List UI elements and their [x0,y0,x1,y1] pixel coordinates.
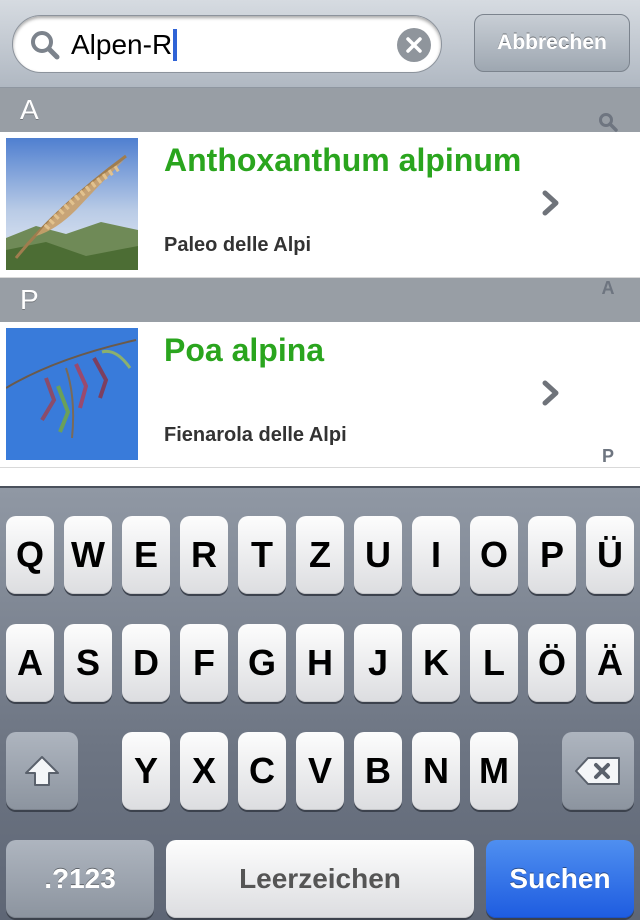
plant-scientific-name: Anthoxanthum alpinum [164,142,522,178]
plant-thumbnail [6,138,138,270]
numbers-key[interactable]: .?123 [6,840,154,918]
index-search-icon[interactable] [598,112,618,132]
key-e[interactable]: E [122,516,170,594]
key-v[interactable]: V [296,732,344,810]
section-header-a: A [0,88,640,132]
text-caret [173,29,178,61]
key-x[interactable]: X [180,732,228,810]
search-input-value: Alpen-R [71,29,173,60]
list-item[interactable]: Poa alpina Fienarola delle Alpi [0,322,640,468]
key-m[interactable]: M [470,732,518,810]
key-c[interactable]: C [238,732,286,810]
plant-scientific-name: Poa alpina [164,332,325,368]
key-u[interactable]: U [354,516,402,594]
index-letter-p[interactable]: P [598,446,618,467]
key-q[interactable]: Q [6,516,54,594]
key-ae[interactable]: Ä [586,624,634,702]
key-h[interactable]: H [296,624,344,702]
key-r[interactable]: R [180,516,228,594]
key-l[interactable]: L [470,624,518,702]
key-s[interactable]: S [64,624,112,702]
key-b[interactable]: B [354,732,402,810]
key-f[interactable]: F [180,624,228,702]
key-z[interactable]: Z [296,516,344,594]
chevron-right-icon [542,380,559,406]
clear-icon [406,37,422,53]
section-header-p: P [0,278,640,322]
search-bar: Alpen-R Abbrechen [0,0,640,88]
search-input[interactable]: Alpen-R [71,28,178,62]
backspace-icon [575,757,620,785]
plant-common-name: Paleo delle Alpi [164,234,312,256]
key-oe[interactable]: Ö [528,624,576,702]
key-g[interactable]: G [238,624,286,702]
key-y[interactable]: Y [122,732,170,810]
search-key[interactable]: Suchen [486,840,634,918]
keyboard: Q W E R T Z U I O P Ü A S D F G H J K L … [0,486,640,920]
clear-search-button[interactable] [397,28,431,62]
key-a[interactable]: A [6,624,54,702]
chevron-right-icon [542,190,559,216]
search-icon [31,31,60,60]
shift-icon [25,756,59,786]
key-t[interactable]: T [238,516,286,594]
key-i[interactable]: I [412,516,460,594]
space-key[interactable]: Leerzeichen [166,840,474,918]
cancel-button[interactable]: Abbrechen [474,14,630,72]
key-o[interactable]: O [470,516,518,594]
backspace-key[interactable] [562,732,634,810]
key-ue[interactable]: Ü [586,516,634,594]
key-w[interactable]: W [64,516,112,594]
index-letter-a[interactable]: A [598,278,618,299]
key-d[interactable]: D [122,624,170,702]
key-j[interactable]: J [354,624,402,702]
list-item[interactable]: Anthoxanthum alpinum Paleo delle Alpi [0,132,640,278]
shift-key[interactable] [6,732,78,810]
key-k[interactable]: K [412,624,460,702]
search-field[interactable]: Alpen-R [12,15,442,73]
key-n[interactable]: N [412,732,460,810]
plant-thumbnail [6,328,138,460]
plant-common-name: Fienarola delle Alpi [164,424,347,446]
key-p[interactable]: P [528,516,576,594]
